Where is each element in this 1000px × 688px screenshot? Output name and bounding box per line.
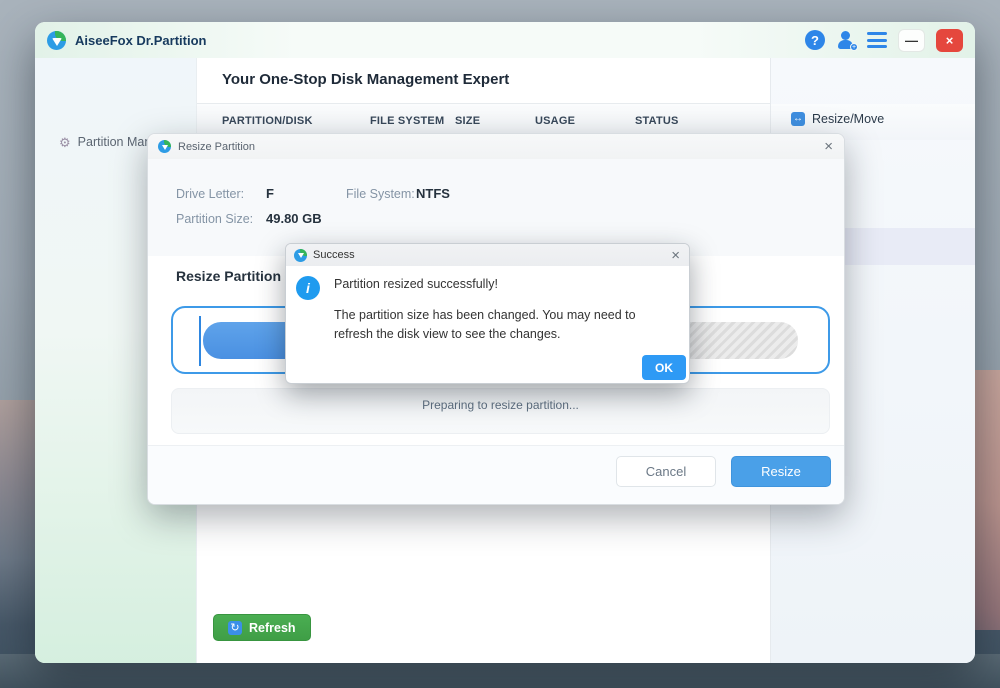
col-status[interactable]: STATUS — [635, 115, 679, 127]
progress-status-text: Preparing to resize partition... — [422, 398, 579, 412]
success-message-title: Partition resized successfully! — [334, 277, 498, 291]
user-plus-badge: + — [850, 43, 858, 51]
refresh-icon: ↻ — [228, 621, 242, 635]
dialog-footer: Cancel Resize — [148, 446, 845, 505]
app-logo-icon — [47, 31, 66, 50]
resize-dialog-titlebar: Resize Partition × — [148, 134, 845, 159]
partition-size-value: 49.80 GB — [266, 211, 322, 226]
resize-move-icon: ↔ — [791, 112, 805, 126]
cancel-button[interactable]: Cancel — [616, 456, 716, 487]
help-icon[interactable]: ? — [805, 30, 825, 50]
info-icon: i — [296, 276, 320, 300]
close-button[interactable]: × — [936, 29, 963, 52]
success-dialog-close-icon[interactable]: × — [668, 248, 683, 263]
success-dialog-title: Success — [313, 249, 355, 261]
success-dialog-titlebar: Success × — [286, 244, 690, 266]
slider-handle[interactable] — [199, 316, 201, 366]
refresh-button[interactable]: ↻ Refresh — [213, 614, 311, 641]
action-resize-move[interactable]: ↔ Resize/Move — [791, 112, 884, 126]
success-dialog: Success × i Partition resized successful… — [285, 243, 690, 384]
drive-letter-value: F — [266, 186, 274, 201]
resize-button[interactable]: Resize — [731, 456, 831, 487]
dialog-logo-icon — [158, 140, 171, 153]
gear-icon: ⚙ — [59, 136, 71, 149]
refresh-button-label: Refresh — [249, 621, 296, 635]
page-title: Your One-Stop Disk Management Expert — [222, 71, 509, 88]
resize-dialog-title: Resize Partition — [178, 141, 255, 153]
hamburger-menu-icon[interactable] — [867, 32, 887, 48]
col-partition-disk[interactable]: PARTITION/DISK — [222, 115, 313, 127]
resize-dialog-close-icon[interactable]: × — [821, 139, 836, 154]
minimize-button[interactable]: — — [898, 29, 925, 52]
ok-button[interactable]: OK — [642, 355, 686, 380]
progress-status-box: Preparing to resize partition... — [171, 388, 830, 434]
col-file-system[interactable]: FILE SYSTEM — [370, 115, 444, 127]
file-system-value: NTFS — [416, 186, 450, 201]
partition-info-section: Drive Letter: F File System: NTFS Partit… — [148, 159, 845, 256]
dialog-logo-icon — [294, 249, 307, 262]
user-head-icon — [841, 31, 850, 40]
titlebar: AiseeFox Dr.Partition ? + — × — [35, 22, 975, 58]
file-system-label: File System: — [346, 187, 415, 201]
resize-move-label: Resize/Move — [812, 112, 884, 126]
app-title: AiseeFox Dr.Partition — [75, 33, 206, 48]
account-add-icon[interactable]: + — [836, 30, 856, 50]
drive-letter-label: Drive Letter: — [176, 187, 244, 201]
partition-size-label: Partition Size: — [176, 212, 253, 226]
col-usage[interactable]: USAGE — [535, 115, 575, 127]
col-size[interactable]: SIZE — [455, 115, 480, 127]
success-message-body: The partition size has been changed. You… — [334, 306, 676, 345]
